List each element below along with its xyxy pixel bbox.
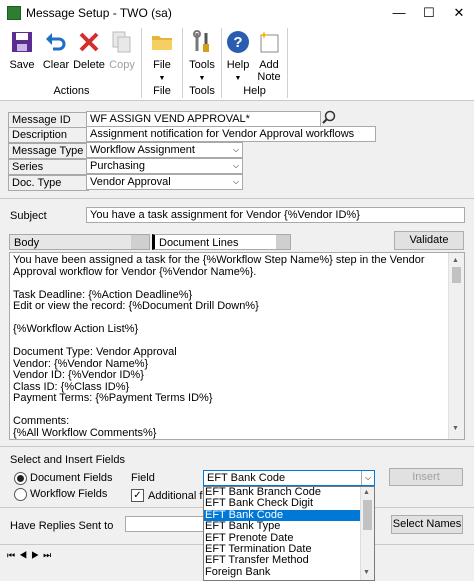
message-type-label: Message Type: [8, 143, 89, 159]
note-icon: [260, 31, 279, 53]
divider: [0, 198, 474, 199]
series-dropdown[interactable]: Purchasing ⌵: [86, 158, 243, 174]
title-bar: Message Setup - TWO (sa) — ☐ ✕: [0, 0, 474, 27]
close-button[interactable]: ✕: [444, 0, 474, 26]
help-icon: ?: [227, 31, 249, 53]
magnifier-icon: [322, 110, 336, 124]
divider: [0, 446, 474, 447]
scroll-down-icon: ▼: [363, 569, 370, 576]
save-icon: [12, 32, 32, 52]
group-label-help: Help: [243, 85, 266, 97]
copy-icon: [112, 31, 131, 53]
ribbon-separator: [287, 28, 288, 98]
group-label-tools: Tools: [189, 85, 215, 97]
undo-icon: [46, 33, 66, 51]
ribbon: Save Clear Delete Copy File ▼ Tools ▼ ? …: [0, 26, 474, 101]
record-navigation: ⏮◀▶⏭: [7, 550, 55, 561]
workflow-fields-label: Workflow Fields: [30, 488, 108, 500]
scroll-thumb[interactable]: [363, 500, 372, 530]
group-label-actions: Actions: [53, 85, 90, 97]
first-record-icon[interactable]: ⏮: [7, 550, 19, 560]
svg-text:?: ?: [233, 34, 242, 51]
scroll-thumb[interactable]: [452, 267, 461, 283]
description-label: Description: [8, 127, 89, 143]
group-label-file: File: [153, 85, 171, 97]
delete-x-icon: [79, 32, 99, 52]
insert-button[interactable]: Insert: [389, 468, 463, 486]
previous-record-icon[interactable]: ◀: [19, 550, 31, 560]
description-field[interactable]: Assignment notification for Vendor Appro…: [86, 126, 376, 142]
maximize-button[interactable]: ☐: [414, 0, 444, 26]
replies-label: Have Replies Sent to: [10, 520, 114, 532]
tab-document-lines[interactable]: Document Lines: [152, 234, 291, 250]
chevron-down-icon: ⌵: [232, 177, 240, 186]
minimize-button[interactable]: —: [384, 0, 414, 26]
field-label: Field: [131, 472, 155, 484]
workflow-fields-radio[interactable]: [14, 488, 27, 501]
folder-icon: [152, 36, 172, 50]
message-id-field[interactable]: WF ASSIGN VEND APPROVAL*: [86, 111, 321, 127]
doc-type-label: Doc. Type: [8, 175, 89, 191]
tab-scroll-handle: [131, 235, 149, 249]
field-option[interactable]: EFT Bank Type: [204, 520, 374, 532]
file-menu-button[interactable]: File ▼: [146, 30, 178, 83]
select-insert-fields-label: Select and Insert Fields: [10, 454, 125, 466]
field-dropdown[interactable]: EFT Bank Code ⌵: [203, 470, 375, 486]
scroll-up-icon: ▲: [452, 257, 459, 264]
tools-icon: [193, 30, 209, 52]
scroll-down-icon: ▼: [452, 425, 459, 432]
chevron-down-icon: ⌵: [232, 161, 240, 170]
copy-button[interactable]: Copy: [107, 30, 137, 71]
validate-button[interactable]: Validate: [394, 231, 464, 250]
body-scrollbar[interactable]: ▲ ▼: [448, 253, 464, 439]
message-body-text: You have been assigned a task for the {%…: [13, 254, 425, 439]
additional-fields-checkbox[interactable]: ✓: [131, 489, 144, 502]
app-icon: [7, 6, 21, 20]
help-menu-button[interactable]: ? Help ▼: [223, 30, 253, 83]
field-option[interactable]: Foreign Bank: [204, 566, 374, 578]
tab-scroll-handle: [276, 235, 290, 249]
chevron-down-icon: ⌵: [232, 145, 240, 154]
clear-button[interactable]: Clear: [40, 30, 72, 71]
replies-field[interactable]: [125, 516, 205, 532]
doc-type-dropdown[interactable]: Vendor Approval ⌵: [86, 174, 243, 190]
tools-menu-button[interactable]: Tools ▼: [186, 30, 218, 83]
series-label: Series: [8, 159, 89, 175]
last-record-icon[interactable]: ⏭: [43, 550, 55, 560]
add-note-button[interactable]: Add Note: [254, 30, 284, 83]
delete-button[interactable]: Delete: [72, 30, 106, 71]
field-options: EFT Bank Branch Code EFT Bank Check Digit…: [204, 486, 374, 578]
document-fields-label: Document Fields: [30, 472, 113, 484]
tab-body[interactable]: Body: [9, 234, 150, 250]
message-type-dropdown[interactable]: Workflow Assignment ⌵: [86, 142, 243, 158]
dropdown-scrollbar[interactable]: ▲ ▼: [360, 487, 374, 580]
message-body-textarea[interactable]: You have been assigned a task for the {%…: [9, 252, 465, 440]
chevron-down-icon: ⌵: [361, 471, 374, 485]
field-dropdown-list[interactable]: EFT Bank Branch Code EFT Bank Check Digit…: [203, 486, 375, 581]
subject-label: Subject: [10, 210, 47, 222]
document-fields-radio[interactable]: [14, 472, 27, 485]
subject-field[interactable]: You have a task assignment for Vendor {%…: [86, 207, 465, 223]
select-names-button[interactable]: Select Names: [391, 515, 463, 534]
save-button[interactable]: Save: [6, 30, 38, 71]
lookup-button[interactable]: [321, 110, 337, 125]
message-id-label: Message ID: [8, 112, 89, 128]
scroll-up-icon: ▲: [363, 489, 370, 496]
window-title: Message Setup - TWO (sa): [26, 6, 172, 20]
next-record-icon[interactable]: ▶: [31, 550, 43, 560]
